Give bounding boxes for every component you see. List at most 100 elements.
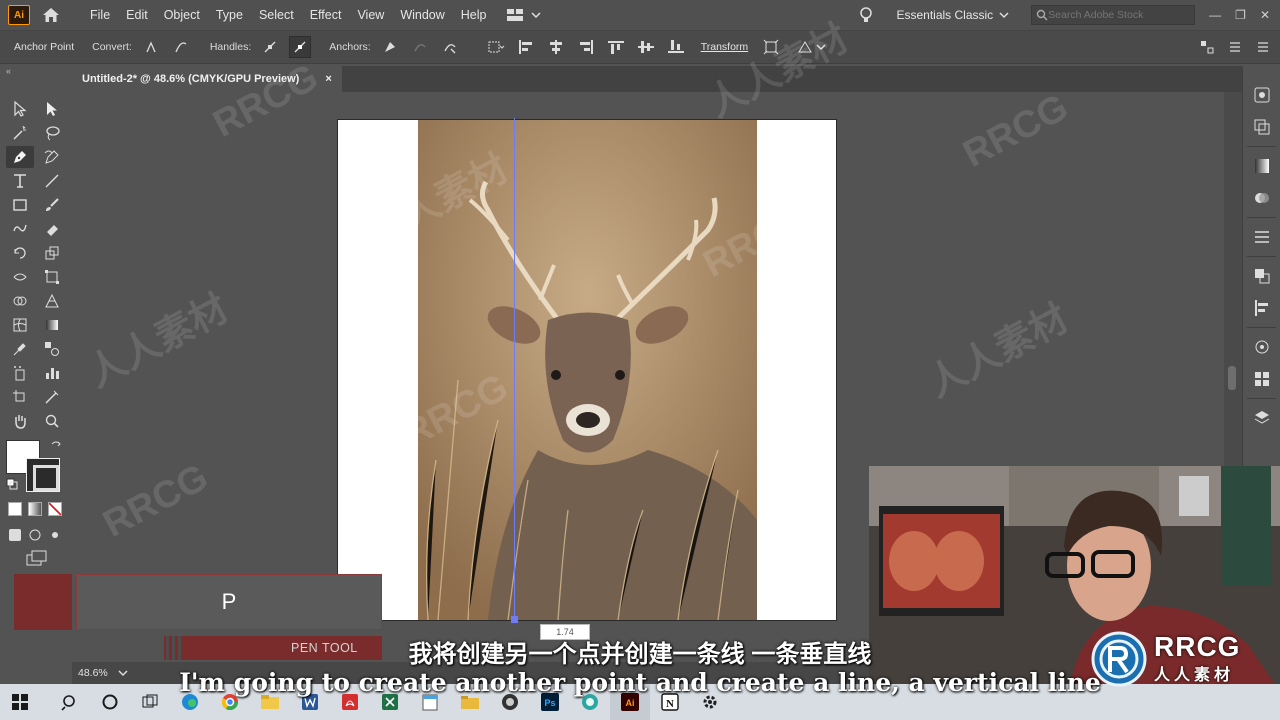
mesh-tool-icon[interactable] <box>6 314 34 336</box>
slice-tool-icon[interactable] <box>38 386 66 408</box>
align-right-icon[interactable] <box>575 36 597 58</box>
rotate-tool-icon[interactable] <box>6 242 34 264</box>
swatches-panel-icon[interactable] <box>1243 366 1280 392</box>
brand-text: RRCG 人人素材 <box>1154 633 1240 685</box>
line-segment-tool-icon[interactable] <box>38 170 66 192</box>
menu-edit[interactable]: Edit <box>118 0 156 30</box>
restore-icon[interactable]: ❐ <box>1235 8 1246 22</box>
workspace-dropdown[interactable]: Essentials Classic <box>896 8 993 22</box>
gradient-tool-icon[interactable] <box>38 314 66 336</box>
connect-anchors-icon[interactable] <box>409 36 431 58</box>
align-center-icon[interactable] <box>545 36 567 58</box>
curvature-tool-icon[interactable] <box>38 146 66 168</box>
pathfinder-panel-icon[interactable] <box>1243 263 1280 289</box>
convert-to-smooth-icon[interactable] <box>170 36 192 58</box>
menu-select[interactable]: Select <box>251 0 302 30</box>
align-left-icon[interactable] <box>515 36 537 58</box>
remove-anchor-icon[interactable] <box>379 36 401 58</box>
scale-tool-icon[interactable] <box>38 242 66 264</box>
convert-to-corner-icon[interactable] <box>140 36 162 58</box>
align-top-icon[interactable] <box>605 36 627 58</box>
symbol-sprayer-tool-icon[interactable] <box>6 362 34 384</box>
default-fill-stroke-icon[interactable] <box>6 478 18 490</box>
swap-fill-stroke-icon[interactable] <box>50 440 62 452</box>
perspective-grid-tool-icon[interactable] <box>38 290 66 312</box>
shaper-tool-icon[interactable] <box>6 218 34 240</box>
vertical-path-line[interactable] <box>514 118 515 620</box>
transform-link[interactable]: Transform <box>701 41 748 53</box>
document-tab[interactable]: Untitled-2* @ 48.6% (CMYK/GPU Preview) × <box>72 66 342 92</box>
menu-type[interactable]: Type <box>208 0 251 30</box>
home-icon[interactable] <box>40 4 62 26</box>
deer-photo[interactable] <box>418 120 757 620</box>
eraser-tool-icon[interactable] <box>38 218 66 240</box>
scroll-thumb[interactable] <box>1228 366 1236 390</box>
gradient-panel-icon[interactable] <box>1243 153 1280 179</box>
direct-selection-tool-icon[interactable] <box>38 98 66 120</box>
menu-lines-icon[interactable] <box>1256 40 1270 54</box>
selection-tool-icon[interactable] <box>6 98 34 120</box>
appearance-panel-icon[interactable] <box>1243 334 1280 360</box>
panel-divider <box>1247 146 1276 147</box>
layers-panel-icon[interactable] <box>1243 405 1280 431</box>
panel-menu-icon[interactable] <box>1228 40 1242 54</box>
gradient-mode-icon[interactable] <box>28 502 42 516</box>
draw-behind-icon[interactable] <box>28 528 42 542</box>
magic-wand-tool-icon[interactable] <box>6 122 34 144</box>
shape-builder-tool-icon[interactable] <box>6 290 34 312</box>
rectangle-tool-icon[interactable] <box>6 194 34 216</box>
zoom-tool-icon[interactable] <box>38 410 66 432</box>
menubar-right: Essentials Classic — ❐ ✕ <box>856 0 1280 30</box>
panel-divider <box>1247 256 1276 257</box>
anchor-point[interactable] <box>511 616 518 623</box>
tool-grid <box>0 92 72 432</box>
cc-libraries-icon[interactable] <box>1243 114 1280 140</box>
hide-handles-icon[interactable] <box>289 36 312 58</box>
pen-tool-icon[interactable] <box>6 146 34 168</box>
chevron-down-icon[interactable] <box>816 43 826 51</box>
minimize-icon[interactable]: — <box>1209 8 1221 22</box>
cut-path-icon[interactable] <box>439 36 461 58</box>
draw-inside-icon[interactable] <box>48 528 62 542</box>
artboard[interactable] <box>337 119 837 621</box>
color-mode-icon[interactable] <box>8 502 22 516</box>
menu-effect[interactable]: Effect <box>302 0 350 30</box>
column-graph-tool-icon[interactable] <box>38 362 66 384</box>
recolor-icon[interactable] <box>794 36 816 58</box>
eyedropper-tool-icon[interactable] <box>6 338 34 360</box>
close-icon[interactable]: ✕ <box>1260 8 1270 22</box>
menu-object[interactable]: Object <box>156 0 208 30</box>
paintbrush-tool-icon[interactable] <box>38 194 66 216</box>
show-handles-icon[interactable] <box>259 36 281 58</box>
subtitle-english: I'm going to create another point and cr… <box>179 668 1101 697</box>
menu-file[interactable]: File <box>82 0 118 30</box>
menu-window[interactable]: Window <box>392 0 452 30</box>
stroke-panel-icon[interactable] <box>1243 224 1280 250</box>
hand-tool-icon[interactable] <box>6 410 34 432</box>
none-mode-icon[interactable] <box>48 502 62 516</box>
lightbulb-icon[interactable] <box>856 5 876 25</box>
stroke-swatch[interactable] <box>26 458 60 492</box>
menu-view[interactable]: View <box>349 0 392 30</box>
isolate-icon[interactable] <box>485 36 507 58</box>
arrange-documents-button[interactable] <box>506 9 541 21</box>
draw-normal-icon[interactable] <box>8 528 22 542</box>
properties-panel-icon[interactable] <box>1243 82 1280 108</box>
type-tool-icon[interactable] <box>6 170 34 192</box>
align-bottom-icon[interactable] <box>665 36 687 58</box>
align-panel-icon[interactable] <box>1243 295 1280 321</box>
screen-mode-icon[interactable] <box>26 550 48 566</box>
close-tab-icon[interactable]: × <box>325 73 331 85</box>
width-tool-icon[interactable] <box>6 266 34 288</box>
lasso-tool-icon[interactable] <box>38 122 66 144</box>
menu-help[interactable]: Help <box>453 0 495 30</box>
arrange-icon[interactable] <box>1200 40 1214 54</box>
artboard-tool-icon[interactable] <box>6 386 34 408</box>
select-similar-icon[interactable] <box>760 36 782 58</box>
transparency-panel-icon[interactable] <box>1243 185 1280 211</box>
align-middle-icon[interactable] <box>635 36 657 58</box>
collapse-toolbar-icon[interactable]: « <box>6 66 11 76</box>
free-transform-tool-icon[interactable] <box>38 266 66 288</box>
search-input[interactable] <box>1048 9 1179 21</box>
blend-tool-icon[interactable] <box>38 338 66 360</box>
